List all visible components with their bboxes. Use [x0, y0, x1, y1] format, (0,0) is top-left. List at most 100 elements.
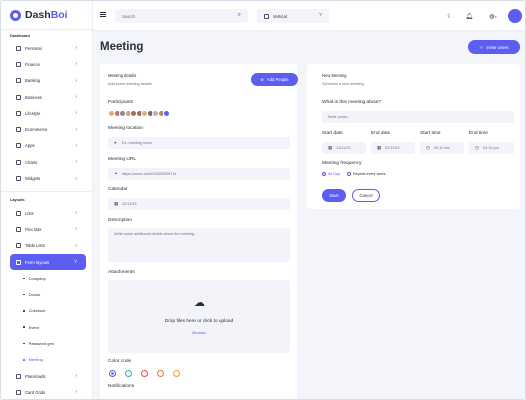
add-participant-avatar[interactable]: [163, 110, 170, 117]
sidebar-divider: [1, 191, 93, 192]
sidebar-subitem-event[interactable]: Event: [10, 319, 86, 335]
cart-icon: [16, 127, 21, 133]
sidebar-item-table-lists[interactable]: Table Lists ›: [10, 238, 86, 254]
sidebar-item-card-grids[interactable]: Card Grids ›: [10, 384, 86, 399]
layout-select[interactable]: Vertical ˅: [257, 9, 329, 23]
color-swatch[interactable]: [141, 370, 148, 377]
home-icon: [16, 45, 21, 51]
chevron-down-icon: ˅: [74, 259, 77, 266]
chevron-right-icon: ›: [75, 126, 77, 133]
sidebar-dashboard-nav: Personal › Finance › Banking › Business › Li…: [10, 40, 86, 187]
sidebar-item-ecommerce[interactable]: Ecommerce ›: [10, 121, 86, 137]
sidebar-item-form-layouts[interactable]: Form layouts ˅: [10, 253, 86, 271]
topbar: Search ⌕ Vertical ˅ ☾ 🔔︎ ◍ ˅: [93, 1, 525, 31]
about-input[interactable]: Write yours...: [322, 111, 514, 123]
sidebar-item-lifestyle[interactable]: Lifestyle ›: [10, 105, 86, 121]
chevron-right-icon: ›: [75, 77, 77, 84]
chevron-right-icon: ›: [75, 175, 77, 182]
sidebar-item-charts[interactable]: Charts ›: [10, 154, 86, 170]
logo-text-prefix: Dash: [25, 9, 51, 21]
sidebar-subitem-checkout[interactable]: Checkout: [10, 303, 86, 319]
color-swatch[interactable]: [125, 370, 132, 377]
file-dropzone[interactable]: ☁ Drop files here or click to upload Bro…: [108, 280, 290, 353]
search-input[interactable]: Search ⌕: [115, 9, 248, 23]
sidebar-subitem-password-gen[interactable]: Password gen: [10, 335, 86, 351]
sidebar-item-widgets[interactable]: Widgets ›: [10, 170, 86, 186]
about-label: What is this meeting about?: [322, 100, 382, 105]
start-date-label: Start date: [322, 131, 343, 136]
clock-icon: ◷: [475, 145, 479, 150]
apps-icon: [16, 143, 21, 149]
sidebar-item-personal[interactable]: Personal ›: [10, 40, 86, 56]
table-icon: [16, 243, 21, 249]
moon-icon[interactable]: ☾: [443, 9, 457, 23]
search-icon: ⌕: [237, 12, 241, 18]
widgets-icon: [16, 176, 21, 182]
logo[interactable]: DashBoi: [10, 8, 68, 22]
end-time-input[interactable]: ◷ 03:10 pm: [469, 142, 514, 154]
sidebar-item-apps[interactable]: Apps ›: [10, 138, 86, 154]
grid-icon: [16, 389, 21, 395]
browse-link[interactable]: Browse: [108, 330, 290, 335]
add-people-button[interactable]: ⊕ Add People: [251, 73, 298, 86]
sidebar-item-banking[interactable]: Banking ›: [10, 73, 86, 89]
sidebar-item-lists[interactable]: Lists ›: [10, 205, 86, 221]
sidebar-item-finance[interactable]: Finance ›: [10, 56, 86, 72]
app-window: DashBoi Dashboard Personal › Finance › Ban…: [0, 0, 526, 400]
end-date-input[interactable]: ▦ 22/11/23: [371, 142, 415, 154]
color-swatch[interactable]: [157, 370, 164, 377]
attachments-label: Attachments: [108, 270, 135, 275]
dropzone-text: Drop files here or click to upload: [164, 319, 234, 324]
flex-list-icon: [16, 226, 21, 232]
location-input[interactable]: ⌖ Ex: meeting room: [108, 137, 290, 149]
chevron-right-icon: ›: [75, 389, 77, 396]
color-swatch[interactable]: [109, 370, 116, 377]
lifestyle-icon: [16, 110, 21, 116]
chevron-right-icon: ›: [75, 373, 77, 380]
cancel-button[interactable]: Cancel: [352, 189, 380, 202]
avatar[interactable]: [508, 9, 522, 23]
sidebar-item-business[interactable]: Business ›: [10, 89, 86, 105]
chevron-down-icon: ˅: [319, 12, 322, 18]
sidebar-subitem-meeting[interactable]: Meeting: [10, 352, 86, 368]
chevron-right-icon: ›: [75, 142, 77, 149]
description-textarea[interactable]: Write some additional details about the …: [108, 228, 290, 262]
new-meeting-card: New Meeting Schedule a new meeting What …: [307, 64, 520, 209]
sidebar-item-flex-lists[interactable]: Flex lists ›: [10, 221, 86, 237]
page-title: Meeting: [100, 41, 144, 53]
chevron-right-icon: ›: [75, 45, 77, 52]
url-input[interactable]: ⚭ https://zoom.us/hr/23639529714: [108, 168, 290, 180]
color-swatch[interactable]: [173, 370, 180, 377]
chevron-right-icon: ›: [75, 94, 77, 101]
location-label: Meeting location: [108, 126, 143, 131]
calendar-icon: ▦: [377, 145, 382, 150]
bell-icon[interactable]: 🔔︎: [462, 9, 476, 23]
sidebar-subitem-doctor[interactable]: Doctor: [10, 286, 86, 302]
chevron-right-icon: ›: [75, 210, 77, 217]
location-pin-icon: ⌖: [114, 140, 117, 145]
briefcase-icon: [16, 94, 21, 100]
calendar-label: Calendar: [108, 187, 128, 192]
plus-circle-icon: ⊕: [260, 77, 264, 82]
participants-avatars[interactable]: [108, 110, 170, 117]
menu-icon[interactable]: [100, 12, 106, 18]
start-time-input[interactable]: ◷ 09:10 am: [420, 142, 464, 154]
chevron-right-icon: ›: [75, 226, 77, 233]
sidebar-subitem-company[interactable]: Company: [10, 270, 86, 286]
sidebar-layouts-nav: Lists › Flex lists › Table Lists › Form lay…: [10, 205, 86, 399]
frequency-repeat-radio[interactable]: Repeat every week: [347, 172, 386, 176]
form-icon: [16, 259, 21, 265]
start-date-input[interactable]: ▦ 12/11/23: [322, 142, 366, 154]
calendar-icon: ▦: [328, 145, 333, 150]
sidebar-item-placeloads[interactable]: Placeloads ›: [10, 368, 86, 384]
bank-icon: [16, 78, 21, 84]
save-button[interactable]: Save: [322, 189, 346, 202]
logo-text-suffix: Boi: [50, 9, 68, 21]
invite-users-button[interactable]: ⚇ Invite Users: [468, 40, 520, 54]
language-select[interactable]: ◍ ˅: [484, 9, 502, 23]
frequency-all-day-radio[interactable]: All Day: [322, 172, 340, 176]
details-title: Meeting details: [108, 73, 137, 78]
calendar-input[interactable]: ▦ 22/11/23: [108, 198, 290, 210]
section-layouts-label: Layouts: [10, 198, 25, 202]
layout-icon: [264, 13, 269, 19]
